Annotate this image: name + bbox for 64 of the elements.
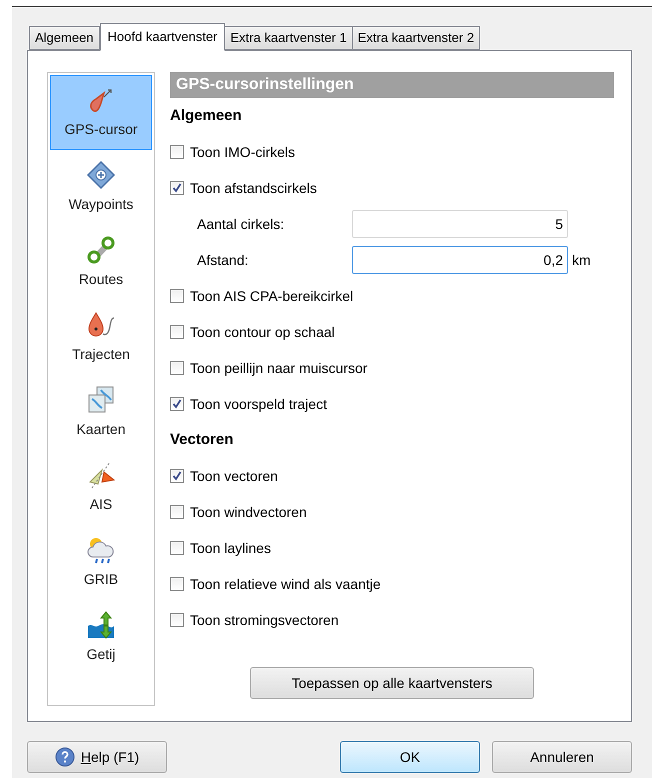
tab[interactable]: Algemeen <box>29 26 100 50</box>
checkmark-icon <box>172 183 182 193</box>
map-sheets-icon <box>86 385 116 415</box>
checkbox-label: Toon stromingsvectoren <box>190 610 339 630</box>
help-button[interactable]: Help (F1) <box>27 741 167 773</box>
checkbox[interactable] <box>170 361 184 375</box>
checkbox[interactable] <box>170 577 184 591</box>
checkbox[interactable] <box>170 505 184 519</box>
category-item[interactable]: Getij <box>50 600 152 675</box>
checkbox[interactable] <box>170 325 184 339</box>
category-label: Waypoints <box>68 195 134 214</box>
checkbox-label: Toon voorspeld traject <box>190 394 327 414</box>
category-item[interactable]: Trajecten <box>50 300 152 375</box>
tab[interactable]: Extra kaartvenster 2 <box>352 26 480 50</box>
category-label: Routes <box>78 270 124 289</box>
checkbox[interactable] <box>170 613 184 627</box>
category-label: Kaarten <box>76 420 126 439</box>
help-icon <box>54 747 75 767</box>
waypoint-diamond-icon <box>86 160 116 190</box>
category-label: Trajecten <box>72 345 130 364</box>
category-label: Getij <box>86 645 116 664</box>
category-label: GPS-cursor <box>64 120 138 139</box>
unit-label: km <box>572 250 591 270</box>
number-field[interactable]: 5 <box>352 210 568 238</box>
checkbox[interactable] <box>170 469 184 483</box>
linked-circles-icon <box>86 235 116 265</box>
number-field[interactable]: 0,2 <box>352 246 568 274</box>
checkbox-label: Toon afstandscirkels <box>190 178 317 198</box>
category-item[interactable]: GPS-cursor <box>50 75 152 150</box>
checkbox[interactable] <box>170 541 184 555</box>
category-item[interactable]: AIS <box>50 450 152 525</box>
checkbox-label: Toon relatieve wind als vaantje <box>190 574 381 594</box>
section-header: GPS-cursorinstellingen <box>170 72 614 98</box>
group-heading: Algemeen <box>170 106 242 126</box>
category-item[interactable]: Waypoints <box>50 150 152 225</box>
category-label: AIS <box>90 495 112 514</box>
checkbox-label: Toon contour op schaal <box>190 322 335 342</box>
checkmark-icon <box>172 399 182 409</box>
checkbox[interactable] <box>170 145 184 159</box>
checkbox-label: Toon laylines <box>190 538 271 558</box>
field-label: Afstand: <box>197 250 250 270</box>
checkbox[interactable] <box>170 397 184 411</box>
apply-all-button[interactable]: Toepassen op alle kaartvensters <box>250 667 534 699</box>
ship-triangles-icon <box>86 460 116 490</box>
category-item[interactable]: GRIB <box>50 525 152 600</box>
checkbox[interactable] <box>170 289 184 303</box>
category-item[interactable]: Kaarten <box>50 375 152 450</box>
category-item[interactable]: Routes <box>50 225 152 300</box>
group-heading: Vectoren <box>170 430 234 450</box>
checkbox-label: Toon windvectoren <box>190 502 307 522</box>
checkbox-label: Toon IMO-cirkels <box>190 142 296 162</box>
tab[interactable]: Extra kaartvenster 1 <box>224 26 353 50</box>
checkbox[interactable] <box>170 181 184 195</box>
dialog-button[interactable]: Annuleren <box>492 741 632 773</box>
checkbox-label: Toon AIS CPA-bereikcirkel <box>190 286 354 306</box>
checkbox-label: Toon peillijn naar muiscursor <box>190 358 368 378</box>
tide-arrows-icon <box>86 610 116 640</box>
category-label: GRIB <box>84 570 118 589</box>
sun-cloud-rain-icon <box>86 535 116 565</box>
checkbox-label: Toon vectoren <box>190 466 278 486</box>
dialog-button[interactable]: OK <box>340 741 480 773</box>
tab[interactable]: Hoofd kaartvenster <box>100 23 226 51</box>
checkmark-icon <box>172 471 182 481</box>
field-label: Aantal cirkels: <box>197 214 286 234</box>
